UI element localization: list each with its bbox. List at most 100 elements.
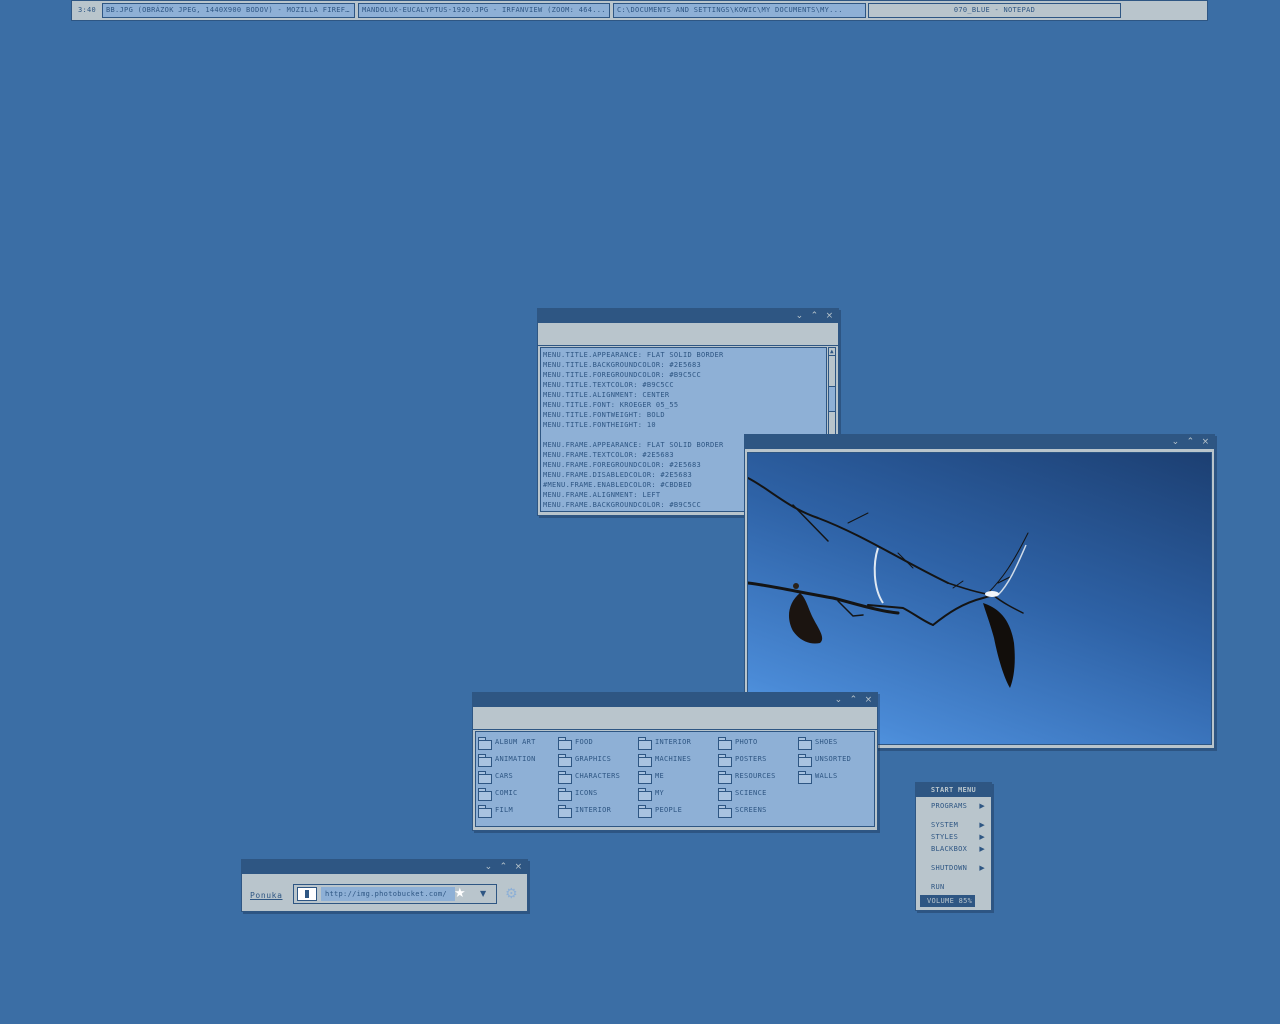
triangle-down-icon[interactable]: ▼ [480, 887, 486, 901]
menu-item-blackbox[interactable]: BLACKBOX ▶ [916, 843, 991, 855]
folder-item[interactable]: ICONS [558, 785, 620, 802]
folder-label: INTERIOR [575, 806, 612, 814]
folder-icon [478, 804, 492, 818]
close-icon[interactable]: × [1200, 436, 1211, 448]
image-viewer-titlebar[interactable]: ⌄ ⌃ × [745, 435, 1214, 449]
folder-label: PEOPLE [655, 806, 683, 814]
chevron-right-icon: ▶ [979, 821, 985, 829]
menu-item-programs[interactable]: PROGRAMS ▶ [916, 800, 991, 812]
chevron-up-icon[interactable]: ⌃ [498, 861, 509, 873]
folder-column: FOOD GRAPHICS CHARACTERS ICONS INTERIOR [558, 734, 620, 819]
folder-item[interactable]: ANIMATION [478, 751, 536, 768]
menu-label[interactable]: Ponuka [250, 891, 283, 900]
folder-label: PHOTO [735, 738, 758, 746]
folder-item[interactable]: PEOPLE [638, 802, 691, 819]
close-icon[interactable]: × [863, 694, 874, 706]
folder-item[interactable]: COMIC [478, 785, 536, 802]
chevron-up-icon[interactable]: ⌃ [1185, 436, 1196, 448]
folder-item[interactable]: WALLS [798, 768, 851, 785]
folder-item[interactable]: INTERIOR [558, 802, 620, 819]
folder-item[interactable]: ME [638, 768, 691, 785]
folder-item[interactable]: FILM [478, 802, 536, 819]
folder-item[interactable]: MY [638, 785, 691, 802]
text-line: MENU.TITLE.FONTHEIGHT: 10 [543, 421, 656, 429]
task-button-explorer[interactable]: C:\DOCUMENTS AND SETTINGS\KOWIC\MY DOCUM… [613, 3, 866, 18]
folder-item[interactable]: GRAPHICS [558, 751, 620, 768]
explorer-titlebar[interactable]: ⌄ ⌃ × [473, 693, 877, 707]
folder-icon [638, 787, 652, 801]
notepad-titlebar[interactable]: ⌄ ⌃ × [538, 309, 838, 323]
menu-item-styles[interactable]: STYLES ▶ [916, 831, 991, 843]
folder-item[interactable]: MACHINES [638, 751, 691, 768]
url-bar-titlebar[interactable]: ⌄ ⌃ × [242, 860, 527, 874]
folder-column: PHOTO POSTERS RESOURCES SCIENCE SCREENS [718, 734, 776, 819]
explorer-window: ⌄ ⌃ × ALBUM ART ANIMATION CARS COMIC FILM FOO… [472, 692, 878, 831]
folder-icon [638, 770, 652, 784]
folder-label: WALLS [815, 772, 838, 780]
chevron-right-icon: ▶ [979, 845, 985, 853]
folder-item[interactable]: FOOD [558, 734, 620, 751]
folder-icon [798, 770, 812, 784]
url-input[interactable]: http://img.photobucket.com/ [321, 887, 455, 901]
notepad-menubar [538, 323, 838, 346]
folder-item[interactable]: POSTERS [718, 751, 776, 768]
chevron-up-icon[interactable]: ⌃ [848, 694, 859, 706]
chevron-down-icon[interactable]: ⌄ [833, 694, 844, 706]
folder-icon [478, 753, 492, 767]
folder-item[interactable]: INTERIOR [638, 734, 691, 751]
folder-label: SCIENCE [735, 789, 767, 797]
folder-item[interactable]: CHARACTERS [558, 768, 620, 785]
folder-icon [718, 736, 732, 750]
address-bar[interactable]: http://img.photobucket.com/ ★ ▼ [293, 884, 497, 904]
folder-icon [638, 753, 652, 767]
text-line: MENU.TITLE.BACKGROUNDCOLOR: #2E5683 [543, 361, 702, 369]
folder-item[interactable]: PHOTO [718, 734, 776, 751]
folder-label: CARS [495, 772, 514, 780]
chevron-down-icon[interactable]: ⌄ [1170, 436, 1181, 448]
close-icon[interactable]: × [513, 861, 524, 873]
folder-icon [718, 804, 732, 818]
star-icon[interactable]: ★ [454, 886, 466, 902]
chevron-down-icon[interactable]: ⌄ [794, 310, 805, 322]
folder-item[interactable]: SHOES [798, 734, 851, 751]
folder-item[interactable]: ALBUM ART [478, 734, 536, 751]
folder-icon [718, 787, 732, 801]
chevron-down-icon[interactable]: ⌄ [483, 861, 494, 873]
folder-item[interactable]: CARS [478, 768, 536, 785]
folder-label: UNSORTED [815, 755, 852, 763]
scrollbar-thumb[interactable] [829, 386, 835, 412]
scroll-up-icon[interactable]: ▲ [829, 348, 835, 356]
url-bar-window: ⌄ ⌃ × Ponuka http://img.photobucket.com/… [241, 859, 528, 912]
folder-icon [638, 736, 652, 750]
chevron-up-icon[interactable]: ⌃ [809, 310, 820, 322]
menu-item-run[interactable]: RUN [916, 881, 991, 893]
folder-icon [558, 736, 572, 750]
folder-icon [718, 770, 732, 784]
task-button-irfanview[interactable]: MANDOLUX-EUCALYPTUS-1920.JPG - IRFANVIEW… [358, 3, 610, 18]
chevron-right-icon: ▶ [979, 864, 985, 872]
folder-item[interactable]: SCIENCE [718, 785, 776, 802]
close-icon[interactable]: × [824, 310, 835, 322]
menu-item-label: RUN [931, 883, 945, 891]
folder-icon [798, 753, 812, 767]
gear-icon[interactable]: ⚙ [505, 886, 518, 902]
bookmark-icon[interactable] [297, 887, 317, 901]
folder-icon [478, 736, 492, 750]
menu-item-system[interactable]: SYSTEM ▶ [916, 819, 991, 831]
task-button-notepad[interactable]: 070_BLUE - NOTEPAD [868, 3, 1121, 18]
folder-label: GRAPHICS [575, 755, 612, 763]
menu-item-label: STYLES [931, 833, 959, 841]
task-button-firefox[interactable]: BB.JPG (OBRÁZOK JPEG, 1440X900 BODOV) - … [102, 3, 355, 18]
chevron-right-icon: ▶ [979, 802, 985, 810]
text-line: MENU.TITLE.FONTWEIGHT: BOLD [543, 411, 665, 419]
menu-item-label: SHUTDOWN [931, 864, 968, 872]
menu-item-volume[interactable]: VOLUME 85% [920, 895, 975, 907]
folder-label: ME [655, 772, 665, 780]
folder-item[interactable]: SCREENS [718, 802, 776, 819]
folder-label: ICONS [575, 789, 598, 797]
folder-item[interactable]: RESOURCES [718, 768, 776, 785]
menu-item-label: PROGRAMS [931, 802, 968, 810]
folder-item[interactable]: UNSORTED [798, 751, 851, 768]
menu-item-shutdown[interactable]: SHUTDOWN ▶ [916, 862, 991, 874]
folder-icon [558, 770, 572, 784]
